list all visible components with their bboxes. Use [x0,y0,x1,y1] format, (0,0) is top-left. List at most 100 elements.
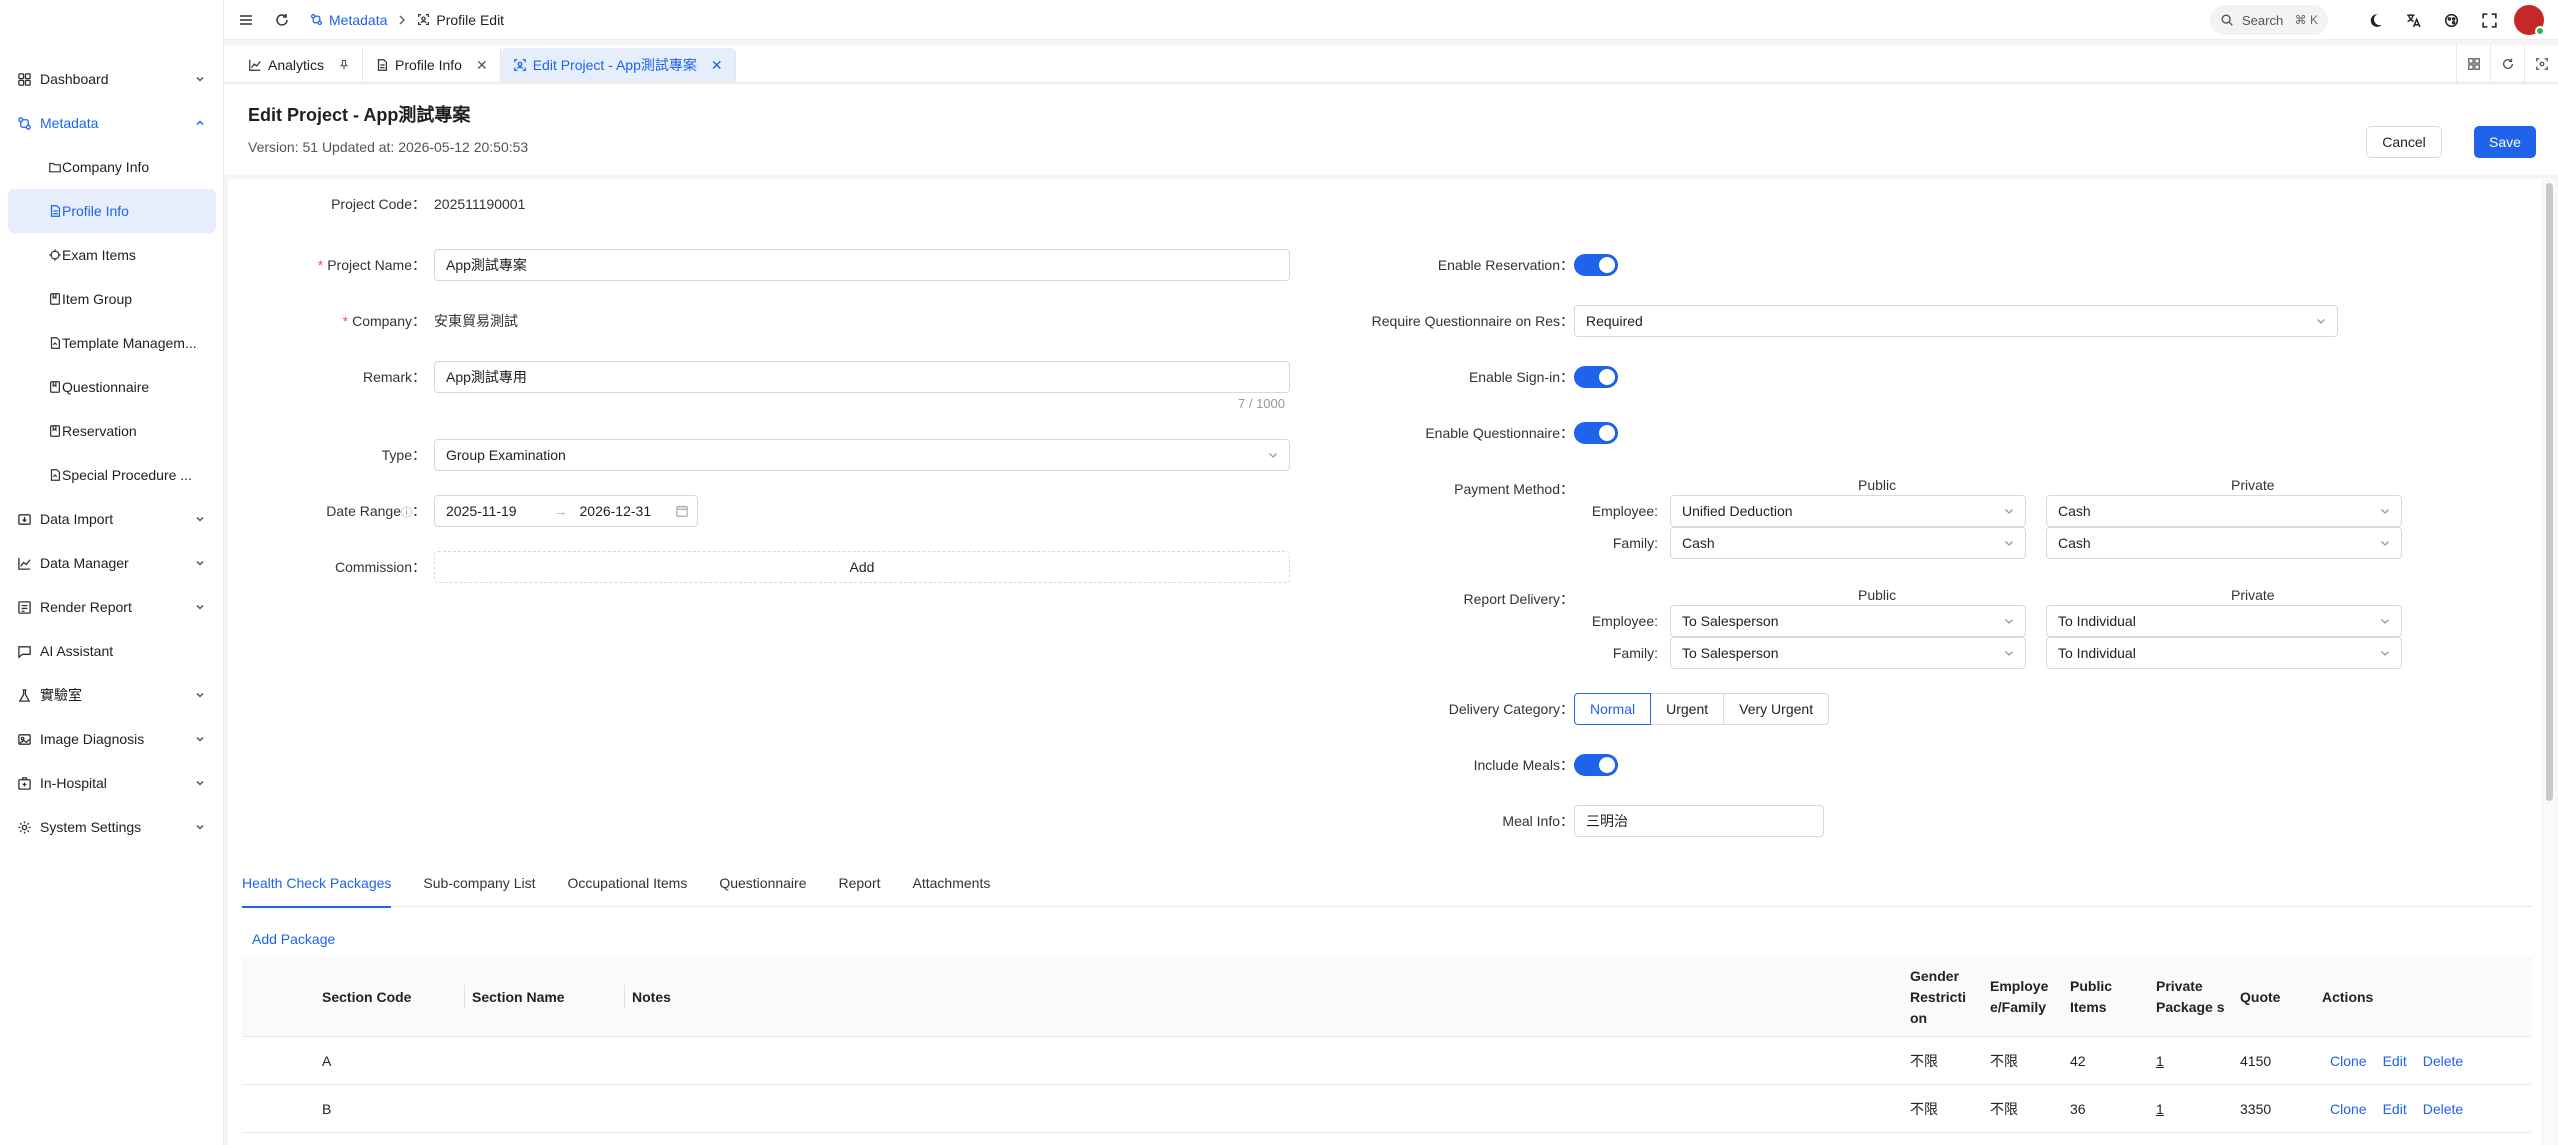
remark-counter: 7 / 1000 [1238,396,1285,411]
translate-icon[interactable] [2404,11,2422,29]
avatar[interactable] [2514,5,2545,36]
close-icon[interactable]: ✕ [711,57,723,74]
delivery-employee-public-select[interactable]: To Salesperson [1670,605,2026,637]
grid-view-icon[interactable] [2456,45,2490,83]
sidebar-subitem-label: Profile Info [62,203,129,219]
book-icon [48,292,62,306]
sidebar-subitem-item-group[interactable]: Item Group [8,277,216,321]
metadata-icon [310,13,323,26]
maximize-icon[interactable] [2524,45,2558,83]
sidebar-item-metadata[interactable]: Metadata [0,101,224,145]
menu-toggle-icon[interactable] [238,12,254,28]
delivery-employee-private-select[interactable]: To Individual [2046,605,2402,637]
payment-method-label: Payment Method： [1454,481,1574,497]
sidebar-subitem-profile-info[interactable]: Profile Info [8,189,216,233]
book-icon [48,424,62,438]
sidebar-subitem-exam-items[interactable]: Exam Items [8,233,216,277]
enable-reservation-toggle[interactable] [1574,254,1618,276]
enable-questionnaire-toggle[interactable] [1574,422,1618,444]
sidebar-item-dashboard[interactable]: Dashboard [0,57,224,101]
sidebar-item-image-diagnosis[interactable]: Image Diagnosis [0,717,224,761]
payment-family-private-select[interactable]: Cash [2046,527,2402,559]
tab-sub-company-list[interactable]: Sub-company List [423,859,535,907]
sidebar-subitem-questionnaire[interactable]: Questionnaire [8,365,216,409]
meal-info-input[interactable]: 三明治 [1574,805,1824,837]
tab-analytics[interactable]: Analytics [236,48,364,82]
require-questionnaire-select[interactable]: Required [1574,305,2338,337]
col-notes: Notes [624,957,1884,1037]
col-actions: Actions [2322,988,2374,1005]
clone-button[interactable]: Clone [2330,1101,2367,1117]
fullscreen-icon[interactable] [2480,11,2498,29]
sidebar-item-data-import[interactable]: Data Import [0,497,224,541]
edit-button[interactable]: Edit [2383,1053,2407,1069]
sidebar-subitem-special-procedure[interactable]: Special Procedure ... [8,453,216,497]
tab-occupational-items[interactable]: Occupational Items [567,859,687,907]
include-meals-toggle[interactable] [1574,754,1618,776]
private-packages-link[interactable]: 1 [2156,1101,2164,1117]
date-range-picker[interactable]: 2025-11-19 → 2026-12-31 [434,495,698,527]
payment-family-public-select[interactable]: Cash [1670,527,2026,559]
payment-employee-label: Employee: [1591,503,1658,519]
top-bar: Metadata Profile Edit Search ⌘ K [224,0,2558,40]
tabs-bar: Analytics Profile Info ✕ Edit Project - … [224,45,2558,83]
chevron-down-icon [194,733,206,745]
clone-button[interactable]: Clone [2330,1053,2367,1069]
tab-questionnaire[interactable]: Questionnaire [719,859,806,907]
import-icon [16,511,32,527]
chart-icon [16,555,32,571]
sidebar-item-data-manager[interactable]: Data Manager [0,541,224,585]
tab-profile-info[interactable]: Profile Info ✕ [363,48,501,82]
remark-textarea[interactable]: App測試專用 [434,361,1290,393]
edit-button[interactable]: Edit [2383,1101,2407,1117]
sidebar-subitem-company-info[interactable]: Company Info [8,145,216,189]
dark-mode-icon[interactable] [2366,11,2384,29]
delivery-family-label: Family: [1612,645,1658,661]
reload-tab-icon[interactable] [2490,45,2524,83]
search-button[interactable]: Search ⌘ K [2210,5,2328,35]
chevron-down-icon [194,601,206,613]
tab-report[interactable]: Report [839,859,881,907]
commission-add-button[interactable]: Add [434,551,1290,583]
delivery-category-urgent[interactable]: Urgent [1650,693,1725,725]
tab-health-check-packages[interactable]: Health Check Packages [242,859,392,908]
cell-private-packages: 1 [2148,1085,2164,1133]
cell-section-code: B [322,1101,332,1117]
vertical-scrollbar[interactable] [2542,179,2556,1145]
tab-edit-project[interactable]: Edit Project - App測試專案 ✕ [500,48,736,82]
image-icon [16,731,32,747]
delete-button[interactable]: Delete [2423,1101,2463,1117]
breadcrumb-label: Profile Edit [436,11,505,28]
select-value: Cash [2058,503,2091,519]
tab-attachments[interactable]: Attachments [913,859,991,907]
sidebar-item-render-report[interactable]: Render Report [0,585,224,629]
add-package-link[interactable]: Add Package [252,931,335,947]
payment-employee-private-select[interactable]: Cash [2046,495,2402,527]
close-icon[interactable]: ✕ [476,57,488,74]
payment-employee-public-select[interactable]: Unified Deduction [1670,495,2026,527]
toggle-knob [1599,257,1615,273]
sidebar-subitem-label: Company Info [62,159,150,175]
delivery-family-public-select[interactable]: To Salesperson [1670,637,2026,669]
breadcrumb-metadata[interactable]: Metadata [310,12,387,28]
sidebar-item-system-settings[interactable]: System Settings [0,805,224,849]
theme-icon[interactable] [2442,11,2460,29]
scrollbar-thumb[interactable] [2546,183,2553,801]
enable-signin-toggle[interactable] [1574,366,1618,388]
sidebar-subitem-reservation[interactable]: Reservation [8,409,216,453]
delete-button[interactable]: Delete [2423,1053,2463,1069]
sidebar-item-in-hospital[interactable]: In-Hospital [0,761,224,805]
sidebar-item-lab[interactable]: 實驗室 [0,673,224,717]
sidebar-item-ai-assistant[interactable]: AI Assistant [0,629,224,673]
cancel-button[interactable]: Cancel [2366,126,2442,158]
private-packages-link[interactable]: 1 [2156,1053,2164,1069]
delivery-family-private-select[interactable]: To Individual [2046,637,2402,669]
sidebar-subitem-template-management[interactable]: Template Managem... [8,321,216,365]
delivery-category-very-urgent[interactable]: Very Urgent [1723,693,1830,725]
type-select[interactable]: Group Examination [434,439,1290,471]
pin-icon[interactable] [338,59,350,71]
project-name-input[interactable]: App測試專案 [434,249,1290,281]
refresh-icon[interactable] [274,12,290,28]
save-button[interactable]: Save [2474,126,2536,158]
delivery-category-normal[interactable]: Normal [1574,693,1652,725]
